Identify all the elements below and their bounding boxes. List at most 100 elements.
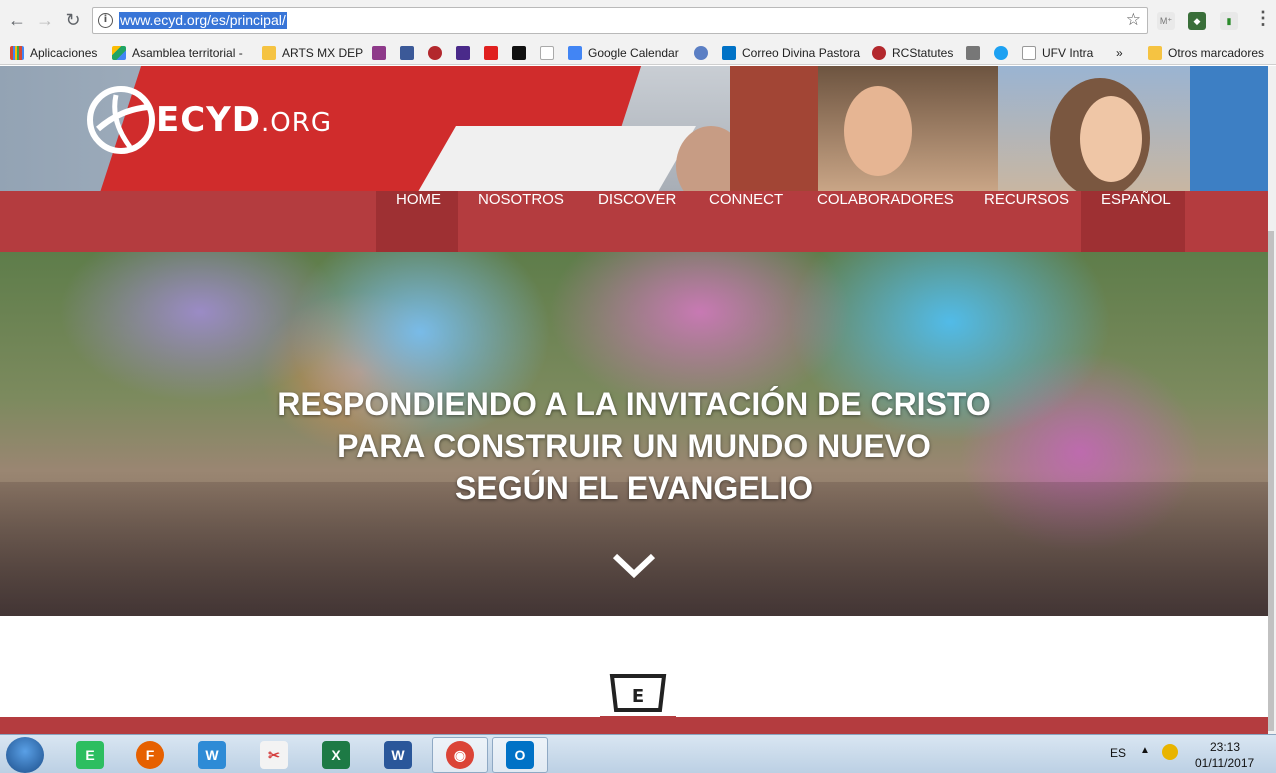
taskbar-excel[interactable]: X bbox=[308, 737, 364, 773]
back-arrow-icon[interactable]: ← bbox=[6, 9, 28, 31]
bookmark-correo[interactable]: Correo Divina Pastora bbox=[722, 43, 860, 62]
header-photo-brick bbox=[730, 66, 818, 191]
shield-icon[interactable] bbox=[428, 46, 442, 60]
language-indicator[interactable]: ES bbox=[1110, 746, 1126, 760]
nav-colaboradores[interactable]: COLABORADORES bbox=[797, 191, 974, 252]
tray-expand-icon[interactable]: ▲ bbox=[1140, 745, 1150, 756]
header-photo-girl bbox=[998, 66, 1190, 191]
bookmark-rcstatutes[interactable]: RCStatutes bbox=[872, 43, 953, 62]
browser-toolbar: ← → ↻ i www.ecyd.org/es/principal/ ☆ M⁺ … bbox=[0, 0, 1276, 40]
twitter-icon[interactable] bbox=[994, 46, 1008, 60]
content-section: E bbox=[0, 616, 1268, 734]
extension-m-icon[interactable]: M⁺ bbox=[1157, 12, 1175, 30]
main-navbar: HOME NOSOTROS DISCOVER CONNECT COLABORAD… bbox=[0, 191, 1268, 252]
facebook-icon[interactable] bbox=[400, 46, 414, 60]
extension-chart-icon[interactable]: ▮ bbox=[1220, 12, 1238, 30]
bookmark-asamblea[interactable]: Asamblea territorial - bbox=[112, 43, 243, 62]
tray-network-icon[interactable] bbox=[1162, 744, 1178, 760]
clock-date[interactable]: 01/11/2017 bbox=[1195, 756, 1254, 770]
bookmark-label: UFV Intra bbox=[1042, 45, 1094, 60]
nav-discover[interactable]: DISCOVER bbox=[578, 191, 696, 252]
folder-icon bbox=[262, 45, 276, 60]
scroll-thumb[interactable] bbox=[1268, 231, 1274, 731]
scissors-icon: ✂ bbox=[260, 741, 288, 769]
outlook-icon bbox=[722, 45, 736, 60]
section-bar bbox=[0, 717, 1268, 734]
header-photo-shirt bbox=[1190, 66, 1268, 191]
page-scrollbar[interactable] bbox=[1268, 66, 1276, 734]
logo-wordmark: ECYD.ORG bbox=[156, 100, 332, 140]
header-photo-boy bbox=[818, 66, 998, 191]
evernote-icon: E bbox=[76, 741, 104, 769]
bookmark-label: Correo Divina Pastora bbox=[742, 45, 861, 60]
firefox-icon: F bbox=[136, 741, 164, 769]
address-bar[interactable]: i www.ecyd.org/es/principal/ ☆ bbox=[92, 7, 1148, 34]
mail-icon[interactable] bbox=[456, 46, 470, 60]
bookmark-label: Otros marcadores bbox=[1168, 45, 1265, 60]
taskbar-chrome[interactable]: ◉ bbox=[432, 737, 488, 773]
ao-icon[interactable] bbox=[966, 46, 980, 60]
nav-language[interactable]: ESPAÑOL bbox=[1081, 191, 1185, 252]
forward-arrow-icon[interactable]: → bbox=[34, 9, 56, 31]
bookmark-label: RCStatutes bbox=[892, 45, 954, 60]
taskbar-sticky[interactable]: W bbox=[184, 737, 240, 773]
reload-icon[interactable]: ↻ bbox=[62, 9, 84, 31]
bookmark-label: ARTS MX DEP bbox=[282, 45, 364, 60]
bookmarks-bar: Aplicaciones Asamblea territorial - ARTS… bbox=[0, 40, 1276, 65]
page-icon bbox=[1022, 45, 1036, 60]
taskbar-outlook[interactable]: O bbox=[492, 737, 548, 773]
folder-icon bbox=[1148, 45, 1162, 60]
nav-connect[interactable]: CONNECT bbox=[689, 191, 803, 252]
bookmarks-overflow[interactable]: » bbox=[1116, 43, 1123, 62]
nav-home[interactable]: HOME bbox=[376, 191, 458, 252]
hero-line: RESPONDIENDO A LA INVITACIÓN DE CRISTO bbox=[277, 386, 991, 422]
bookmark-ufv[interactable]: UFV Intra bbox=[1022, 43, 1093, 62]
hero-line: SEGÚN EL EVANGELIO bbox=[455, 470, 813, 506]
bookmark-otros[interactable]: Otros marcadores bbox=[1148, 43, 1264, 62]
nav-recursos[interactable]: RECURSOS bbox=[964, 191, 1089, 252]
bookmark-arts[interactable]: ARTS MX DEP bbox=[262, 43, 363, 62]
santander-icon[interactable] bbox=[484, 46, 498, 60]
taskbar-snipping[interactable]: ✂ bbox=[246, 737, 302, 773]
site-header: ECYD.ORG bbox=[0, 66, 1268, 191]
scroll-down-chevron-icon[interactable] bbox=[612, 552, 656, 580]
shield-icon bbox=[872, 45, 886, 60]
nav-nosotros[interactable]: NOSOTROS bbox=[458, 191, 584, 252]
calendar-icon bbox=[568, 45, 582, 60]
rc-icon[interactable] bbox=[540, 46, 554, 60]
taskbar-word[interactable]: W bbox=[370, 737, 426, 773]
menu-dots-icon[interactable]: ⋮ bbox=[1254, 8, 1272, 29]
bookmark-label: Aplicaciones bbox=[30, 45, 98, 60]
svg-text:E: E bbox=[632, 686, 644, 707]
hero-banner: RESPONDIENDO A LA INVITACIÓN DE CRISTO P… bbox=[0, 252, 1268, 616]
taskbar-firefox[interactable]: F bbox=[122, 737, 178, 773]
hero-line: PARA CONSTRUIR UN MUNDO NUEVO bbox=[337, 428, 931, 464]
ecyd-logo-icon bbox=[87, 86, 155, 154]
start-button-icon[interactable] bbox=[6, 737, 44, 773]
bookmark-calendar[interactable]: Google Calendar bbox=[568, 43, 679, 62]
bookmark-label: » bbox=[1116, 45, 1123, 60]
word-icon: W bbox=[384, 741, 412, 769]
site-logo[interactable]: ECYD.ORG bbox=[86, 84, 356, 156]
bookmark-icon-1[interactable] bbox=[372, 46, 386, 60]
bookmark-star-icon[interactable]: ☆ bbox=[1126, 10, 1141, 30]
taskbar-evernote[interactable]: E bbox=[62, 737, 118, 773]
web-page: ECYD.ORG HOME NOSOTROS DISCOVER CONNECT … bbox=[0, 66, 1268, 734]
windows-taskbar: E F W ✂ X W ◉ O ES ▲ 23:13 01/11/2017 bbox=[0, 734, 1276, 773]
info-icon[interactable]: i bbox=[98, 13, 113, 28]
bookmark-label: Google Calendar bbox=[588, 45, 679, 60]
gear-icon[interactable] bbox=[694, 46, 708, 60]
drive-icon bbox=[112, 45, 126, 60]
outlook-icon: O bbox=[506, 741, 534, 769]
bookmark-apps[interactable]: Aplicaciones bbox=[10, 43, 97, 62]
extension-evernote-icon[interactable]: ◆ bbox=[1188, 12, 1206, 30]
b-icon[interactable] bbox=[512, 46, 526, 60]
chrome-icon: ◉ bbox=[446, 741, 474, 769]
clock-time[interactable]: 23:13 bbox=[1210, 740, 1240, 754]
apps-grid-icon bbox=[10, 45, 24, 60]
hero-headline: RESPONDIENDO A LA INVITACIÓN DE CRISTO P… bbox=[234, 383, 1034, 509]
excel-icon: X bbox=[322, 741, 350, 769]
bookmark-label: Asamblea territorial - bbox=[132, 45, 243, 60]
url-text[interactable]: www.ecyd.org/es/principal/ bbox=[119, 12, 287, 29]
sticky-icon: W bbox=[198, 741, 226, 769]
